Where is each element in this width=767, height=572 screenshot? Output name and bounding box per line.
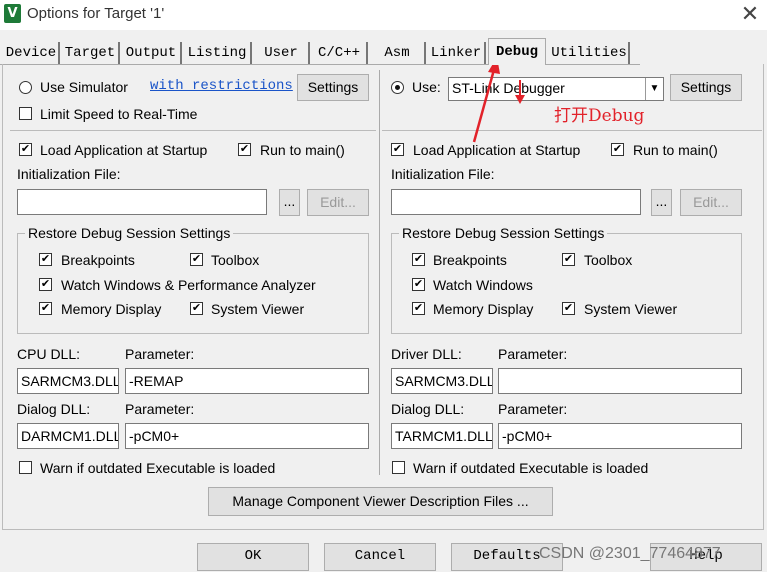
- tab-debug[interactable]: Debug: [488, 38, 546, 65]
- annotation-text: 打开Debug: [554, 106, 645, 126]
- annotation-arrow-icon: [472, 57, 525, 143]
- watermark: CSDN @2301_77464877: [539, 545, 721, 562]
